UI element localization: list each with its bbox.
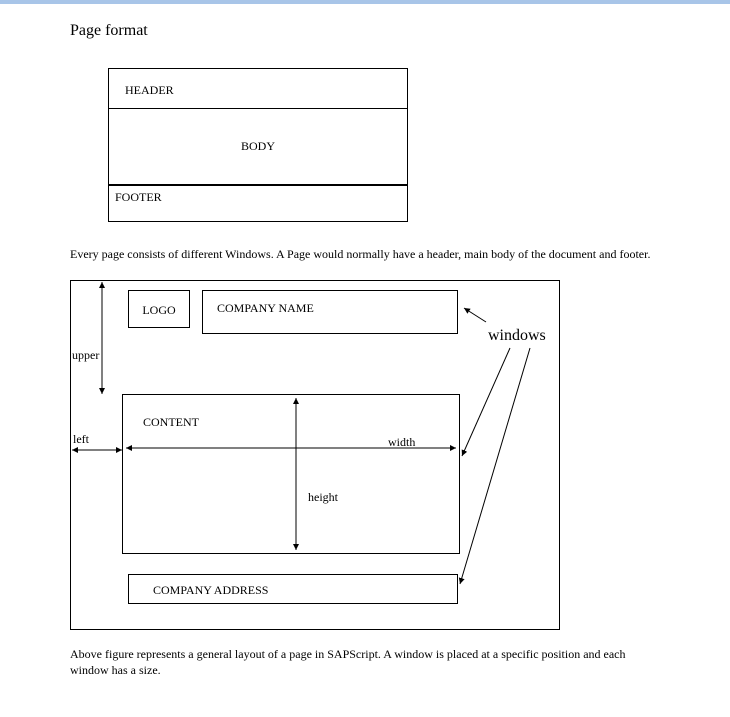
- diagram-body-box: BODY: [109, 109, 407, 185]
- paragraph-2: Above figure represents a general layout…: [70, 646, 660, 678]
- page-layout-diagram: HEADER BODY FOOTER: [108, 68, 408, 222]
- paragraph-1: Every page consists of different Windows…: [70, 246, 660, 262]
- left-label: left: [73, 432, 89, 447]
- company-address-window-box: COMPANY ADDRESS: [128, 574, 458, 604]
- window-layout-diagram: LOGO COMPANY NAME CONTENT COMPANY ADDRES…: [70, 280, 650, 640]
- diagram-footer-box: FOOTER: [109, 185, 407, 221]
- windows-label: windows: [488, 327, 546, 345]
- content-window-box: CONTENT: [122, 394, 460, 554]
- page-title: Page format: [70, 22, 660, 40]
- company-name-window-box: COMPANY NAME: [202, 290, 458, 334]
- logo-window-box: LOGO: [128, 290, 190, 328]
- upper-label: upper: [72, 348, 99, 363]
- width-label: width: [388, 435, 415, 450]
- height-label: height: [308, 490, 338, 505]
- diagram-header-box: HEADER: [109, 69, 407, 109]
- page-content: Page format HEADER BODY FOOTER Every pag…: [0, 4, 730, 717]
